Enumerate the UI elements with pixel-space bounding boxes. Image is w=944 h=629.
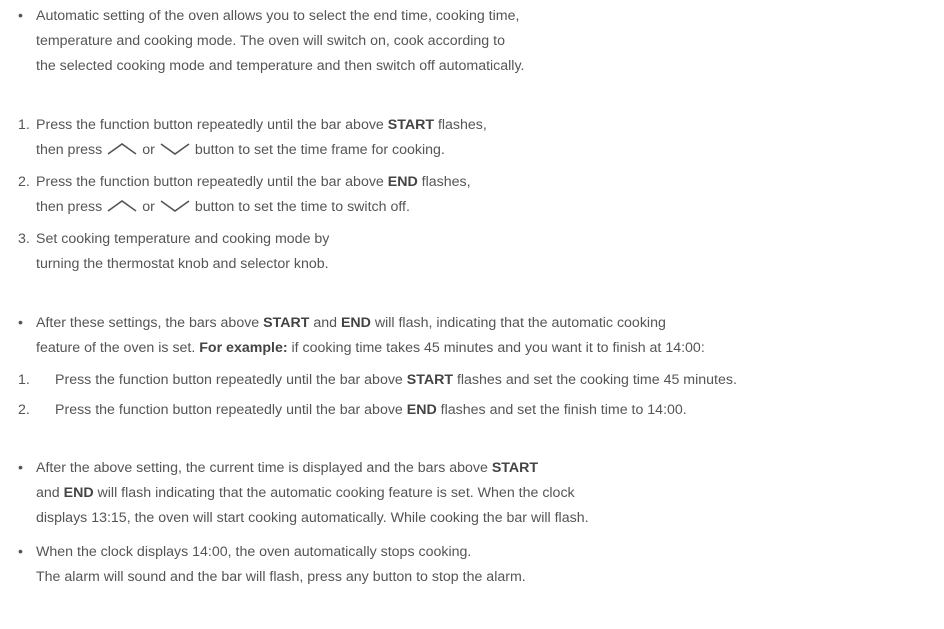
chevron-up-icon [106, 197, 138, 222]
end-label: END [387, 174, 418, 190]
bullet-text: Automatic setting of the oven allows you… [36, 8, 525, 74]
instruction-document: • Automatic setting of the oven allows y… [0, 0, 944, 629]
step-number: 2. [18, 402, 30, 418]
chevron-down-icon [159, 140, 191, 165]
chevron-up-icon [106, 140, 138, 165]
example-label: For example: [199, 340, 288, 356]
step-number: 1. [18, 372, 30, 388]
start-label: START [387, 117, 434, 133]
chevron-down-icon [159, 197, 191, 222]
